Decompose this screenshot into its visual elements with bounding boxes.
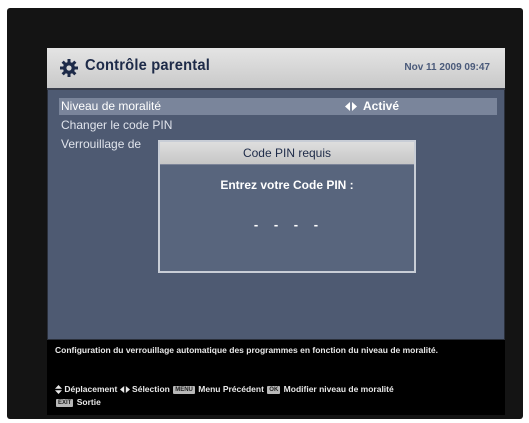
help-select-label: Sélection [132,384,170,394]
tv-screen: Contrôle parental Nov 11 2009 09:47 Nive… [7,8,523,419]
gear-icon [60,59,78,77]
menu-item-label: Niveau de moralité [61,99,162,113]
help-menu-label: Menu Précédent [198,384,264,394]
left-right-arrows-icon [345,102,357,111]
up-down-arrows-icon [55,385,62,395]
menu-item-label: Verrouillage de [61,137,142,151]
pin-dialog: Code PIN requis Entrez votre Code PIN : … [158,140,416,273]
menu-header: Contrôle parental Nov 11 2009 09:47 [47,48,505,90]
menu-key-badge: MENU [173,385,195,394]
left-right-arrows-icon [119,386,130,394]
header-datetime: Nov 11 2009 09:47 [404,62,490,73]
dialog-title-bar: Code PIN requis [160,142,414,165]
help-exit-label: Sortie [76,397,101,407]
ok-key-badge: OK [267,385,281,394]
menu-item-change-pin[interactable]: Changer le code PIN [59,117,497,134]
help-keys-line-2: EXIT Sortie [55,396,101,408]
help-footer: Configuration du verrouillage automatiqu… [47,340,505,415]
help-move-label: Déplacement [64,384,118,394]
help-description: Configuration du verrouillage automatiqu… [55,345,439,355]
parental-control-menu: Contrôle parental Nov 11 2009 09:47 Nive… [47,48,505,340]
menu-item-value: Activé [363,99,400,113]
page-title: Contrôle parental [85,57,211,74]
menu-item-moral-level[interactable]: Niveau de moralité Activé [59,98,497,115]
menu-item-label: Changer le code PIN [61,118,173,132]
dialog-title: Code PIN requis [242,146,332,160]
exit-key-badge: EXIT [56,398,74,407]
dialog-prompt: Entrez votre Code PIN : [220,178,354,192]
pin-input[interactable]: - - - - [160,217,414,232]
help-keys-line-1: Déplacement Sélection MENU Menu Précéden… [55,383,394,395]
help-ok-label: Modifier niveau de moralité [283,384,394,394]
